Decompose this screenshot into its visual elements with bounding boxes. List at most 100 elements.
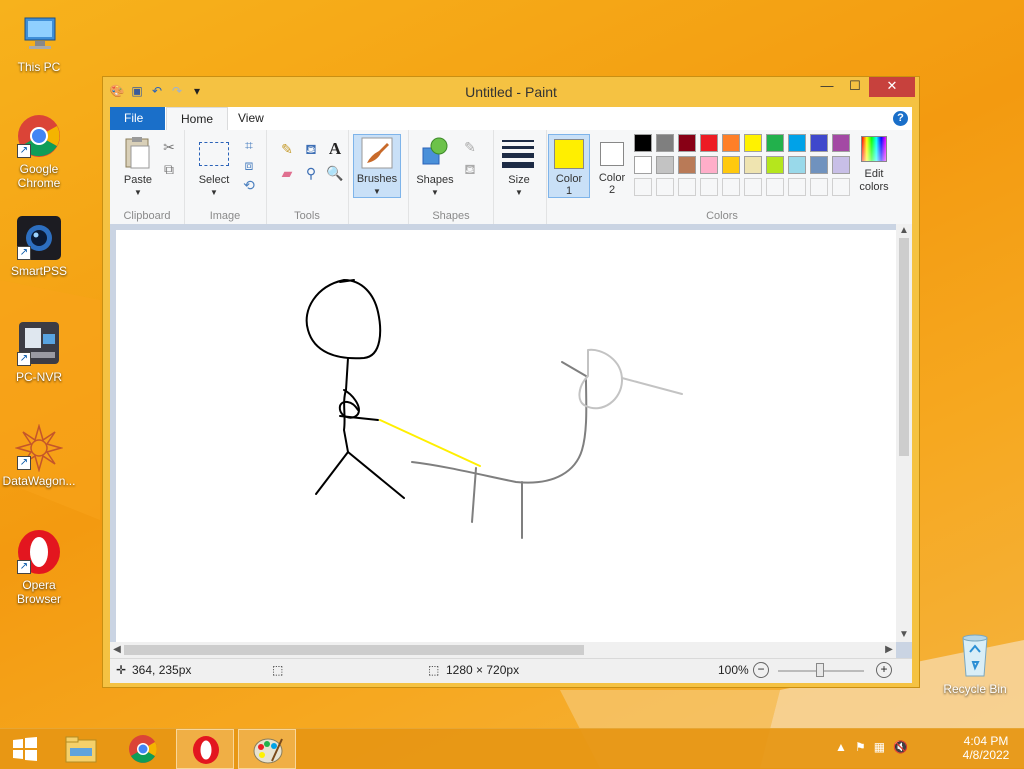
palette-swatch-empty[interactable] [634,178,652,196]
palette-swatch-empty[interactable] [722,178,740,196]
resize-icon[interactable]: ⧈ [240,156,258,174]
desktop-icon-pc-nvr[interactable]: ↗ PC-NVR [2,320,76,384]
crop-icon[interactable]: ⌗ [240,136,258,154]
palette-swatch-empty[interactable] [832,178,850,196]
palette-swatch[interactable] [656,156,674,174]
show-hidden-icons-icon[interactable]: ▲ [835,740,847,754]
cursor-position: 364, 235px [132,663,192,677]
taskbar-chrome[interactable] [114,729,172,769]
horizontal-scroll-thumb[interactable] [124,645,584,655]
palette-swatch[interactable] [722,134,740,152]
desktop-icon-this-pc[interactable]: This PC [2,10,76,74]
tab-file[interactable]: File [110,107,165,130]
palette-swatch[interactable] [766,134,784,152]
title-bar[interactable]: 🎨 ▣ ↶ ↷ ▾ Untitled - Paint — ☐ ✕ [103,77,919,107]
palette-swatch[interactable] [678,156,696,174]
taskbar-file-explorer[interactable] [52,729,110,769]
window-title: Untitled - Paint [465,84,557,100]
palette-swatch-empty[interactable] [656,178,674,196]
color2-button[interactable]: Color 2 [592,134,632,198]
tab-view[interactable]: View [224,107,278,130]
cut-icon[interactable]: ✂ [160,138,178,156]
start-button[interactable] [0,729,58,769]
horizontal-scrollbar[interactable]: ◀ ▶ [110,642,896,658]
palette-swatch[interactable] [788,134,806,152]
scroll-left-icon[interactable]: ◀ [110,643,124,657]
outline-icon[interactable]: ✎ [461,138,479,156]
color1-button[interactable]: Color 1 [548,134,590,198]
eraser-icon[interactable]: ▰ [278,164,296,182]
palette-swatch-empty[interactable] [700,178,718,196]
palette-swatch[interactable] [700,134,718,152]
palette-swatch[interactable] [832,134,850,152]
desktop-icon-datawagon[interactable]: ↗ DataWagon... [2,423,76,488]
palette-swatch[interactable] [766,156,784,174]
desktop-icon-google-chrome[interactable]: ↗ Google Chrome [2,112,76,190]
magnifier-icon[interactable]: 🔍 [326,164,344,182]
action-center-flag-icon[interactable]: ⚑ [855,740,866,754]
rotate-icon[interactable]: ⟲ [240,176,258,194]
palette-swatch[interactable] [832,156,850,174]
stick-figure-drawing [305,279,683,539]
palette-swatch[interactable] [634,156,652,174]
volume-muted-icon[interactable]: 🔇 [893,740,908,754]
palette-swatch[interactable] [744,134,762,152]
zoom-out-icon[interactable]: − [753,662,769,678]
color-picker-icon[interactable]: ⚲ [302,164,320,182]
desktop-icon-label: Opera Browser [16,578,61,606]
palette-swatch-empty[interactable] [810,178,828,196]
palette-swatch[interactable] [722,156,740,174]
clock[interactable]: 4:04 PM 4/8/2022 [956,734,1016,762]
copy-icon[interactable]: ⧉ [160,160,178,178]
palette-swatch-empty[interactable] [678,178,696,196]
scroll-right-icon[interactable]: ▶ [882,643,896,657]
size-button[interactable]: Size ▼ [496,136,542,198]
scroll-down-icon[interactable]: ▼ [897,628,911,642]
taskbar-opera[interactable] [176,729,234,769]
pencil-icon[interactable]: ✎ [278,140,296,158]
status-bar: ✛ 364, 235px ⬚ ⬚ 1280 × 720px 100% − + [110,658,912,683]
palette-swatch[interactable] [788,156,806,174]
taskbar-paint[interactable] [238,729,296,769]
palette-swatch-empty[interactable] [766,178,784,196]
palette-swatch-empty[interactable] [744,178,762,196]
drawing-canvas[interactable] [116,230,896,642]
palette-swatch[interactable] [810,156,828,174]
palette-swatch[interactable] [634,134,652,152]
scroll-up-icon[interactable]: ▲ [897,224,911,238]
tab-home[interactable]: Home [166,107,229,130]
brushes-button[interactable]: Brushes ▼ [353,134,401,198]
fill-icon[interactable]: ⛾ [461,160,479,178]
network-icon[interactable]: ▦ [874,740,885,754]
shapes-button[interactable]: Shapes ▼ [413,136,457,198]
select-button[interactable]: Select ▼ [190,136,238,198]
color-palette [634,134,856,200]
text-icon[interactable]: A [326,140,344,158]
zoom-level: 100% [718,663,749,677]
desktop-icon-smartpss[interactable]: ↗ SmartPSS [2,214,76,278]
maximize-button[interactable]: ☐ [841,77,869,97]
opera-icon [193,736,219,764]
palette-swatch[interactable] [700,156,718,174]
help-icon[interactable]: ? [893,111,908,126]
zoom-in-icon[interactable]: + [876,662,892,678]
fill-bucket-icon[interactable]: ⛾ [302,140,320,158]
edit-colors-button[interactable]: Edit colors [852,134,896,198]
minimize-button[interactable]: — [813,77,841,97]
desktop-icon-opera-browser[interactable]: ↗ Opera Browser [2,528,76,606]
desktop-icon-recycle-bin[interactable]: Recycle Bin [938,632,1012,696]
palette-swatch[interactable] [678,134,696,152]
palette-swatch[interactable] [656,134,674,152]
vertical-scrollbar[interactable]: ▲ ▼ [896,224,912,642]
palette-swatch[interactable] [810,134,828,152]
tools-group: ✎ ⛾ A ▰ ⚲ 🔍 Tools [266,130,349,224]
zoom-slider-thumb[interactable] [816,663,824,677]
close-button[interactable]: ✕ [869,77,915,97]
palette-swatch-empty[interactable] [788,178,806,196]
paste-button[interactable]: Paste ▼ [118,136,158,198]
datawagon-icon: ↗ [14,423,64,473]
vertical-scroll-thumb[interactable] [899,238,909,456]
ribbon-home: Paste ▼ ✂ ⧉ Clipboard Select ▼ ⌗ ⧈ ⟲ Ima… [110,130,912,225]
palette-swatch[interactable] [744,156,762,174]
shortcut-arrow-icon: ↗ [17,144,31,158]
